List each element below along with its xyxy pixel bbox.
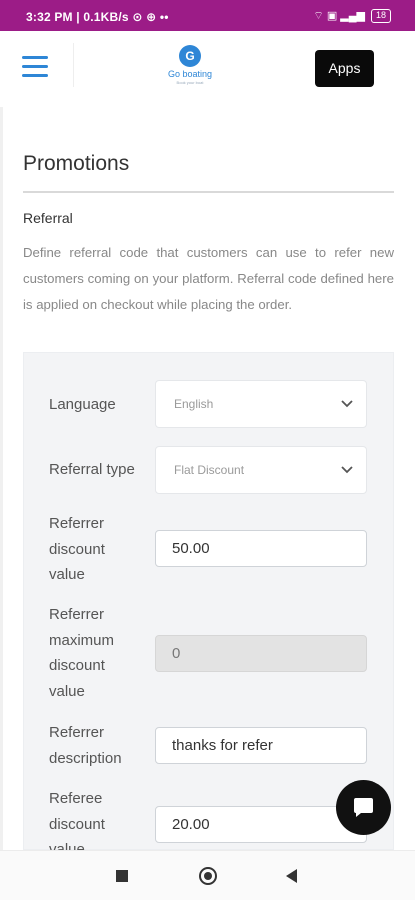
- language-select-value: English: [174, 397, 214, 411]
- status-time: 3:32 PM | 0.1KB/s ⊙ ⊕ ••: [26, 10, 169, 24]
- chevron-down-icon: [341, 466, 353, 474]
- stop-square-icon[interactable]: [116, 870, 128, 882]
- title-divider: [23, 191, 394, 193]
- content-edge: [0, 107, 3, 850]
- brand-logo[interactable]: G Go boating Book your boat: [140, 45, 240, 91]
- signal-icons: ⌔ ▣ ▂▄▆: [313, 10, 365, 22]
- referee-discount-input[interactable]: 20.00: [155, 806, 367, 843]
- referrer-max-discount-input: 0: [155, 635, 367, 672]
- battery-icon: 18: [370, 9, 391, 23]
- language-label: Language: [49, 396, 116, 413]
- status-bar: 3:32 PM | 0.1KB/s ⊙ ⊕ •• ⌔ ▣ ▂▄▆ 18: [0, 0, 415, 31]
- header-divider: [73, 43, 74, 87]
- logo-mark: G: [179, 45, 201, 67]
- referral-type-label: Referral type: [49, 461, 135, 478]
- apps-button[interactable]: Apps: [315, 50, 374, 87]
- page-title: Promotions: [23, 152, 130, 175]
- language-select[interactable]: English: [155, 380, 367, 428]
- chevron-down-icon: [341, 400, 353, 408]
- referrer-discount-input[interactable]: 50.00: [155, 530, 367, 567]
- referrer-discount-label: Referrer discount value: [49, 515, 105, 583]
- referral-type-select[interactable]: Flat Discount: [155, 446, 367, 494]
- section-title: Referral: [23, 210, 73, 226]
- referrer-max-discount-label: Referrer maximum discount value: [49, 606, 115, 700]
- logo-text: Go boating: [167, 69, 213, 79]
- hamburger-menu-icon[interactable]: [22, 56, 48, 78]
- section-description: Define referral code that customers can …: [23, 245, 394, 312]
- chat-bubble-icon: [354, 798, 373, 817]
- referee-discount-label: Referee discount value: [49, 790, 105, 850]
- referral-type-value: Flat Discount: [174, 463, 245, 477]
- chat-button[interactable]: [336, 780, 391, 835]
- logo-subtext: Book your boat: [176, 80, 204, 85]
- back-triangle-icon[interactable]: [286, 869, 297, 883]
- android-nav-bar: [0, 850, 415, 900]
- referrer-description-input[interactable]: thanks for refer: [155, 727, 367, 764]
- home-circle-icon[interactable]: [199, 867, 217, 885]
- app-header: G Go boating Book your boat Apps: [0, 31, 415, 107]
- referrer-description-label: Referrer description: [49, 724, 122, 767]
- status-icons: ⌔ ▣ ▂▄▆ 18: [313, 9, 391, 23]
